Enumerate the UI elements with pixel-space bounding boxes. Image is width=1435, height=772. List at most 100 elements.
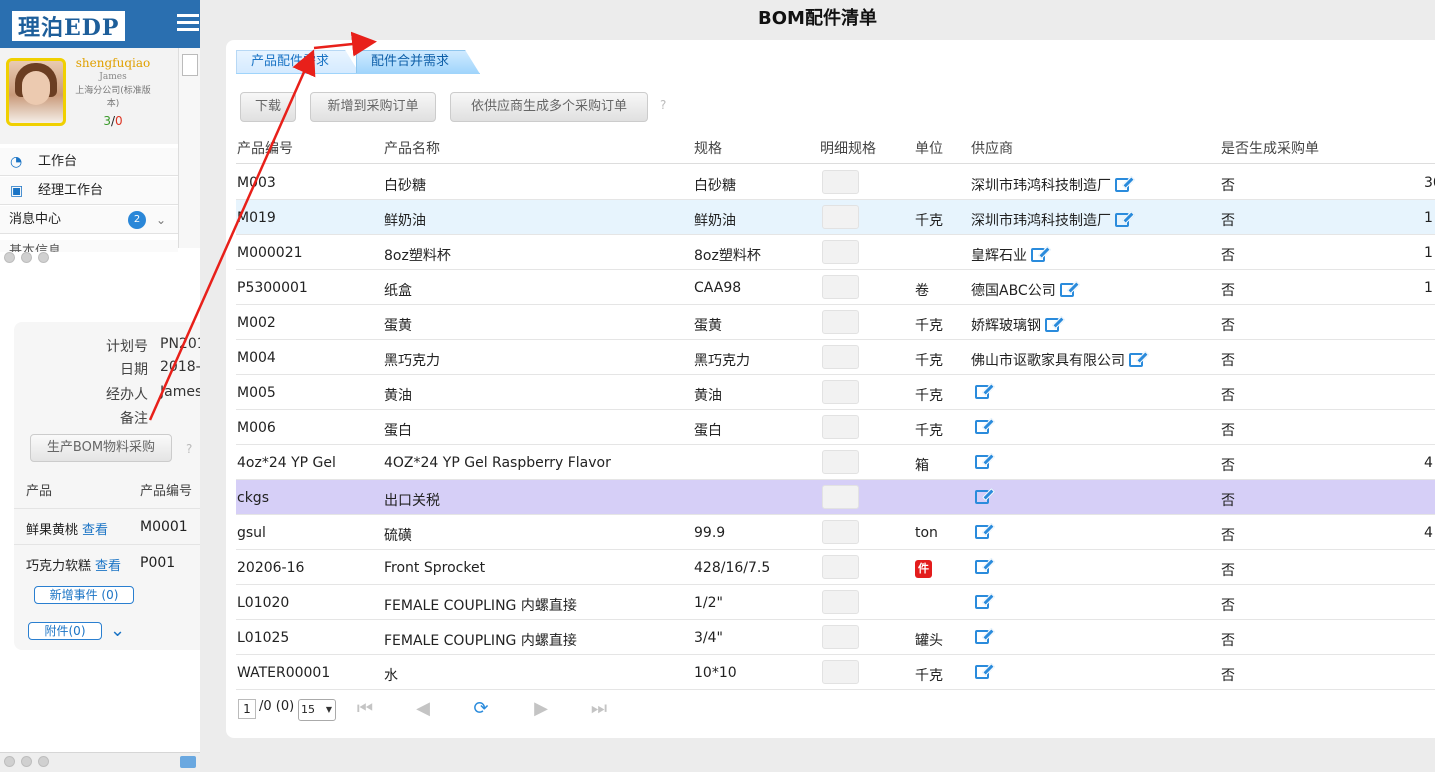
edit-icon[interactable]	[975, 455, 989, 469]
sidebar-scrollbar[interactable]	[178, 48, 200, 248]
table-row[interactable]: M004 黑巧克力 黑巧克力 千克 佛山市讴歌家具有限公司 否	[236, 340, 1435, 375]
detail-spec-cell[interactable]	[822, 520, 859, 544]
cell-code: M003	[237, 175, 276, 191]
cell-po-generated: 否	[1221, 633, 1235, 649]
page-number-input[interactable]: 1	[238, 699, 256, 719]
tab-merged-parts[interactable]: 配件合并需求	[356, 50, 480, 74]
edit-icon[interactable]	[975, 525, 989, 539]
add-event-button[interactable]: 新增事件 (0)	[34, 586, 134, 604]
detail-spec-cell[interactable]	[822, 275, 859, 299]
cell-unit: 箱	[915, 458, 929, 474]
edit-icon[interactable]	[975, 595, 989, 609]
column-header-unit[interactable]: 单位	[915, 138, 943, 158]
column-header-spec[interactable]: 规格	[694, 138, 722, 158]
detail-spec-cell[interactable]	[822, 415, 859, 439]
refresh-icon[interactable]: ⟳	[470, 698, 492, 720]
detail-spec-cell[interactable]	[822, 345, 859, 369]
chevron-down-icon[interactable]: ⌄	[110, 620, 125, 641]
help-icon[interactable]: ?	[660, 98, 666, 112]
cell-supplier: 深圳市玮鸿科技制造厂	[971, 175, 1129, 195]
cell-supplier	[971, 525, 989, 541]
next-page-icon[interactable]: ▶	[530, 698, 552, 720]
edit-icon[interactable]	[1129, 353, 1143, 367]
edit-icon[interactable]	[975, 420, 989, 434]
detail-spec-cell[interactable]	[822, 590, 859, 614]
cell-name: 8oz塑料杯	[384, 248, 451, 264]
detail-spec-cell[interactable]	[822, 450, 859, 474]
detail-spec-cell[interactable]	[822, 660, 859, 684]
column-header-code[interactable]: 产品编号	[237, 138, 293, 158]
edit-icon[interactable]	[1115, 178, 1129, 192]
detail-spec-cell[interactable]	[822, 485, 859, 509]
table-row[interactable]: M006 蛋白 蛋白 千克 否	[236, 410, 1435, 445]
edit-icon[interactable]	[1059, 283, 1074, 297]
table-row[interactable]: WATER00001 水 10*10 千克 否	[236, 655, 1435, 690]
table-row[interactable]: M000021 8oz塑料杯 8oz塑料杯 皇辉石业 否 1	[236, 235, 1435, 270]
sidebar-item-workbench[interactable]: ◔ 工作台	[0, 148, 178, 176]
table-row[interactable]: L01025 FEMALE COUPLING 内螺直接 3/4" 罐头 否	[236, 620, 1435, 655]
cell-po-generated: 否	[1221, 178, 1235, 194]
cell-po-generated: 否	[1221, 668, 1235, 684]
detail-spec-cell[interactable]	[822, 170, 859, 194]
previous-page-icon[interactable]: ◀	[412, 698, 434, 720]
edit-icon[interactable]	[1045, 318, 1059, 332]
detail-spec-cell[interactable]	[822, 240, 859, 264]
help-icon[interactable]: ?	[186, 442, 192, 456]
download-button[interactable]: 下载	[240, 92, 296, 122]
detail-spec-cell[interactable]	[822, 380, 859, 404]
last-page-icon[interactable]: ⏭	[588, 698, 610, 720]
tab-product-parts[interactable]: 产品配件需求	[236, 50, 360, 74]
table-row[interactable]: M002 蛋黄 蛋黄 千克 娇辉玻璃钢 否	[236, 305, 1435, 340]
avatar[interactable]	[6, 58, 66, 126]
sidebar-item-messages[interactable]: 消息中心 2 ⌄	[0, 206, 178, 234]
detail-spec-cell[interactable]	[822, 310, 859, 334]
cell-spec: 1/2"	[694, 595, 723, 611]
column-header-po-generated[interactable]: 是否生成采购单	[1221, 138, 1319, 158]
edit-icon[interactable]	[975, 630, 989, 644]
folder-icon[interactable]	[180, 756, 196, 768]
table-row[interactable]: L01020 FEMALE COUPLING 内螺直接 1/2" 否	[236, 585, 1435, 620]
table-row[interactable]: M005 黄油 黄油 千克 否	[236, 375, 1435, 410]
edit-icon[interactable]	[1031, 248, 1045, 262]
cell-code: M002	[237, 315, 276, 331]
cell-po-generated: 否	[1221, 563, 1235, 579]
table-row[interactable]: gsul 硫磺 99.9 ton 否 4	[236, 515, 1435, 550]
window-controls[interactable]	[4, 756, 64, 770]
table-row[interactable]: ckgs 出口关税 否	[236, 480, 1435, 515]
first-page-icon[interactable]: ⏮	[354, 698, 376, 720]
cell-supplier	[971, 455, 989, 471]
attachment-button[interactable]: 附件(0)	[28, 622, 102, 640]
add-to-po-button[interactable]: 新增到采购订单	[310, 92, 436, 122]
edit-icon[interactable]	[975, 560, 989, 574]
user-task-count[interactable]: 3/0	[72, 114, 154, 128]
cell-code: P5300001	[237, 280, 308, 296]
table-row[interactable]: P5300001 纸盒 CAA98 卷 德国ABC公司 否 1	[236, 270, 1435, 305]
column-header-detail-spec[interactable]: 明细规格	[820, 138, 876, 158]
generate-po-by-supplier-button[interactable]: 依供应商生成多个采购订单	[450, 92, 648, 122]
sidebar-item-manager-workbench[interactable]: ▣ 经理工作台	[0, 177, 178, 205]
column-header-supplier[interactable]: 供应商	[971, 138, 1013, 158]
page-size-select[interactable]: 15	[298, 699, 336, 721]
window-controls[interactable]	[4, 252, 64, 266]
view-link[interactable]: 查看	[82, 523, 108, 538]
table-row[interactable]: M019 鲜奶油 鲜奶油 千克 深圳市玮鸿科技制造厂 否 1	[236, 200, 1435, 235]
unit-badge: 件	[915, 560, 932, 578]
edit-icon[interactable]	[1115, 213, 1129, 227]
detail-spec-cell[interactable]	[822, 625, 859, 649]
view-link[interactable]: 查看	[95, 559, 121, 574]
table-row[interactable]: 4oz*24 YP Gel 4OZ*24 YP Gel Raspberry Fla…	[236, 445, 1435, 480]
column-header-name[interactable]: 产品名称	[384, 138, 440, 158]
table-row[interactable]: M003 白砂糖 白砂糖 深圳市玮鸿科技制造厂 否 30	[236, 165, 1435, 200]
count-red: 0	[115, 114, 123, 128]
menu-icon[interactable]	[177, 14, 199, 36]
user-name[interactable]: shengfuqiao	[72, 56, 154, 70]
edit-icon[interactable]	[975, 385, 989, 399]
sidebar-item-label: 经理工作台	[38, 183, 104, 198]
detail-spec-cell[interactable]	[822, 555, 859, 579]
bom-purchase-button[interactable]: 生产BOM物料采购	[30, 434, 172, 462]
detail-spec-cell[interactable]	[822, 205, 859, 229]
edit-icon[interactable]	[975, 665, 989, 679]
edit-icon[interactable]	[975, 490, 989, 504]
sidebar-item-basic-info[interactable]: 基本信息	[0, 240, 178, 252]
table-row[interactable]: 20206-16 Front Sprocket 428/16/7.5 件 否	[236, 550, 1435, 585]
